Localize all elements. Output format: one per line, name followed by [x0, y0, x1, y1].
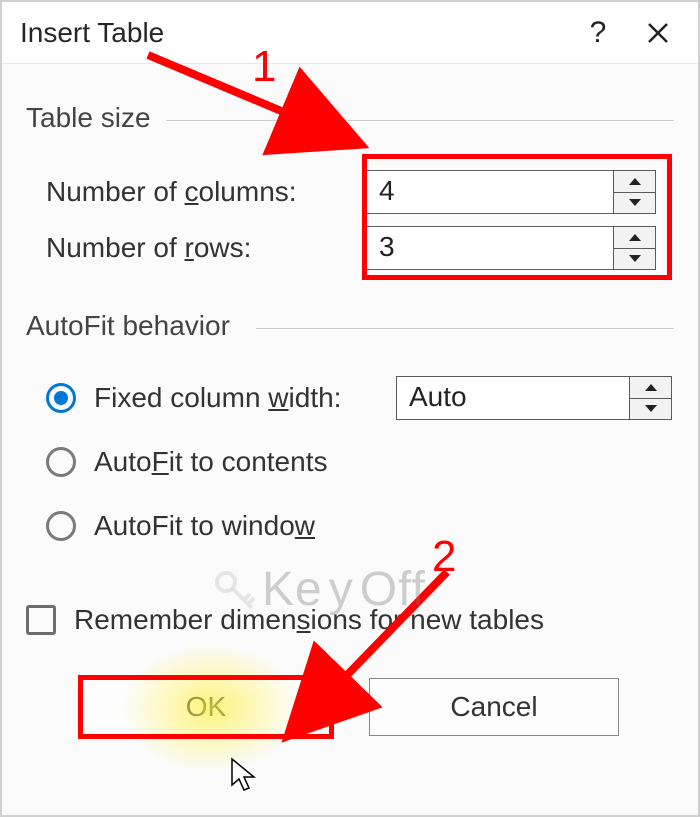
spin-num-columns-value[interactable]: 4 — [367, 171, 613, 213]
spin-up-button[interactable] — [630, 377, 671, 399]
close-icon — [646, 21, 670, 45]
radio-row-autofit-contents[interactable]: AutoFit to contents — [26, 430, 674, 494]
group-table-size-label: Table size — [26, 102, 157, 134]
ok-button[interactable]: OK — [81, 678, 331, 736]
close-button[interactable] — [628, 3, 688, 63]
caret-down-icon — [644, 404, 658, 414]
cancel-button[interactable]: Cancel — [369, 678, 619, 736]
group-autofit: AutoFit behavior Fixed column width: Aut… — [26, 310, 674, 558]
group-table-size: Table size Number of columns: 4 — [26, 102, 674, 276]
divider — [256, 328, 674, 329]
label-autofit-window: AutoFit to window — [94, 510, 315, 542]
caret-down-icon — [628, 254, 642, 264]
radio-fixed-width[interactable] — [46, 383, 76, 413]
label-num-columns: Number of columns: — [26, 176, 366, 208]
label-num-rows: Number of rows: — [26, 232, 366, 264]
caret-up-icon — [644, 382, 658, 392]
radio-autofit-window[interactable] — [46, 511, 76, 541]
spin-down-button[interactable] — [614, 249, 655, 270]
label-remember: Remember dimensions for new tables — [74, 604, 544, 636]
checkbox-remember[interactable] — [26, 605, 56, 635]
caret-up-icon — [628, 232, 642, 242]
title-bar: Insert Table ? — [2, 2, 698, 64]
group-autofit-label: AutoFit behavior — [26, 310, 236, 342]
row-remember[interactable]: Remember dimensions for new tables — [26, 604, 674, 636]
caret-down-icon — [628, 198, 642, 208]
spin-num-rows[interactable]: 3 — [366, 226, 656, 270]
label-fixed-width: Fixed column width: — [94, 382, 341, 414]
caret-up-icon — [628, 176, 642, 186]
dialog-body: Table size Number of columns: 4 — [2, 64, 698, 815]
label-autofit-contents: AutoFit to contents — [94, 446, 327, 478]
row-num-rows: Number of rows: 3 — [26, 220, 674, 276]
spin-up-button[interactable] — [614, 171, 655, 193]
row-num-columns: Number of columns: 4 — [26, 164, 674, 220]
spin-fixed-width[interactable]: Auto — [396, 376, 672, 420]
spin-num-rows-value[interactable]: 3 — [367, 227, 613, 269]
divider — [166, 120, 674, 121]
radio-row-autofit-window[interactable]: AutoFit to window — [26, 494, 674, 558]
button-bar: OK Cancel — [26, 678, 674, 736]
spin-down-button[interactable] — [630, 399, 671, 420]
radio-autofit-contents[interactable] — [46, 447, 76, 477]
spin-fixed-width-value[interactable]: Auto — [397, 377, 629, 419]
radio-row-fixed-width[interactable]: Fixed column width: Auto — [26, 366, 674, 430]
help-button[interactable]: ? — [568, 3, 628, 63]
spin-down-button[interactable] — [614, 193, 655, 214]
spin-up-button[interactable] — [614, 227, 655, 249]
spin-num-columns[interactable]: 4 — [366, 170, 656, 214]
dialog-title: Insert Table — [20, 17, 164, 49]
